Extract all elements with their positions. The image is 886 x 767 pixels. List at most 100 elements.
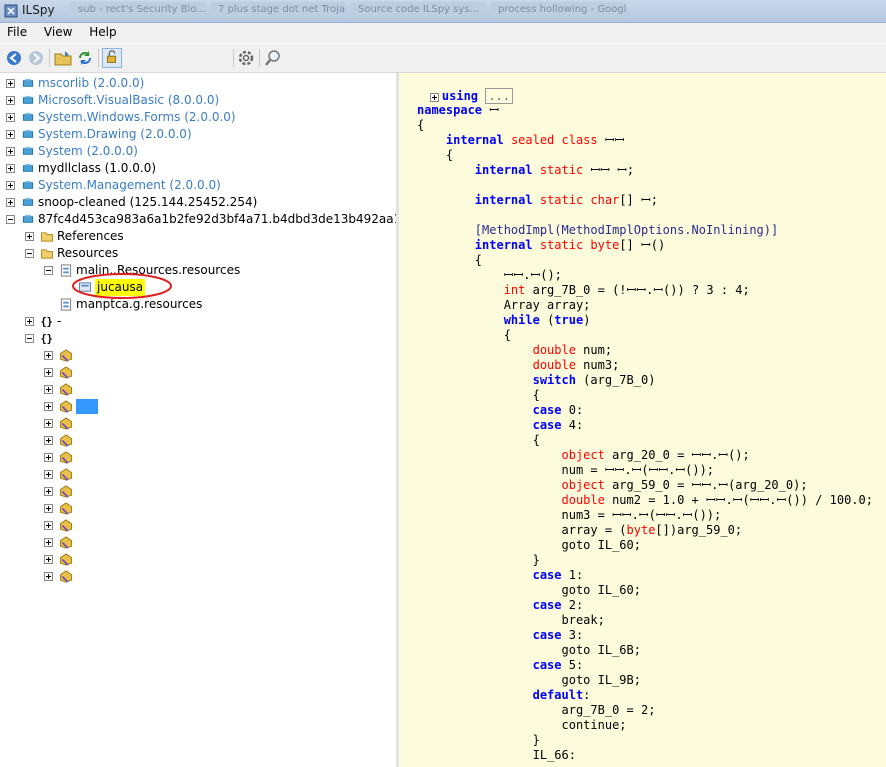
expand-icon[interactable] [44, 521, 53, 530]
tree-node[interactable] [0, 432, 396, 449]
tree-node[interactable] [0, 415, 396, 432]
tree-node[interactable]: System.Windows.Forms (2.0.0.0) [0, 109, 396, 126]
tree-node[interactable]: jucausa [0, 279, 396, 296]
expand-icon[interactable] [6, 181, 15, 190]
tree-node-label: malin..Resources.resources [76, 263, 241, 277]
expand-icon[interactable] [429, 93, 439, 102]
code-token: array = ( [417, 523, 627, 537]
tree-node[interactable]: Resources [0, 245, 396, 262]
assembly-icon [22, 214, 34, 223]
open-icon[interactable] [53, 48, 73, 68]
tree-node[interactable]: References [0, 228, 396, 245]
tree-node[interactable] [0, 347, 396, 364]
expand-icon[interactable] [44, 402, 53, 411]
expand-icon[interactable] [6, 79, 15, 88]
code-line: case 0: [417, 403, 584, 418]
tree-node[interactable] [0, 551, 396, 568]
expand-icon[interactable] [44, 572, 53, 581]
collapse-icon[interactable] [25, 249, 34, 258]
expand-icon[interactable] [44, 385, 53, 394]
expand-icon[interactable] [44, 538, 53, 547]
code-token: { [417, 433, 540, 447]
code-token: internal [474, 163, 540, 177]
expand-icon[interactable] [44, 419, 53, 428]
reload-icon[interactable] [75, 48, 95, 68]
tree-node[interactable] [0, 364, 396, 381]
code-token: IL_66: [417, 748, 576, 762]
code-token: static byte [539, 238, 620, 252]
expand-icon[interactable] [6, 147, 15, 156]
collapse-icon[interactable] [44, 266, 53, 275]
expand-icon[interactable] [6, 130, 15, 139]
tree-node[interactable] [0, 466, 396, 483]
show-internal-icon[interactable] [102, 48, 122, 68]
tree-node[interactable] [0, 517, 396, 534]
expand-icon[interactable] [44, 453, 53, 462]
tree-node[interactable] [0, 568, 396, 585]
code-line: [MethodImpl(MethodImplOptions.NoInlining… [417, 223, 778, 238]
expand-icon[interactable] [44, 555, 53, 564]
forward-icon[interactable] [26, 48, 46, 68]
menu-help[interactable]: Help [82, 23, 122, 39]
collapse-icon[interactable] [6, 215, 15, 224]
code-token: { [417, 388, 540, 402]
code-line: { [417, 388, 540, 403]
folder-icon [40, 249, 54, 259]
tree-node[interactable]: System.Management (2.0.0.0) [0, 177, 396, 194]
search-icon[interactable] [263, 48, 283, 68]
tree-node[interactable] [0, 381, 396, 398]
expand-icon[interactable] [25, 317, 34, 326]
tree-node[interactable] [0, 398, 396, 415]
code-line: } [417, 553, 540, 568]
expand-icon[interactable] [44, 504, 53, 513]
tree-node[interactable]: malin..Resources.resources [0, 262, 396, 279]
svg-text:{}: {} [41, 317, 53, 328]
using-collapsed[interactable]: using ... [401, 74, 513, 104]
tree-node[interactable] [0, 534, 396, 551]
namespace-icon: {} [41, 334, 53, 345]
tree-node[interactable]: System.Drawing (2.0.0.0) [0, 126, 396, 143]
tree-node[interactable]: snoop-cleaned (125.144.25452.254) [0, 194, 396, 211]
expand-icon[interactable] [25, 232, 34, 241]
tree-node[interactable]: Microsoft.VisualBasic (8.0.0.0) [0, 92, 396, 109]
tree-node[interactable]: manptca.g.resources [0, 296, 396, 313]
menu-file[interactable]: File [0, 23, 33, 39]
code-token: ) [583, 313, 591, 327]
code-line: { [417, 118, 424, 133]
tree-node[interactable] [0, 449, 396, 466]
expand-icon[interactable] [44, 470, 53, 479]
back-icon[interactable] [4, 48, 24, 68]
tree-node[interactable] [0, 500, 396, 517]
code-view[interactable]: using ... namespace ꟷ{ internal sealed c… [399, 73, 886, 767]
tree-node[interactable] [0, 483, 396, 500]
collapse-icon[interactable] [25, 334, 34, 343]
expand-icon[interactable] [44, 368, 53, 377]
tree-node[interactable]: mydllclass (1.0.0.0) [0, 160, 396, 177]
tree-node-label: System.Drawing (2.0.0.0) [38, 127, 192, 141]
expand-icon[interactable] [44, 487, 53, 496]
expand-icon[interactable] [6, 113, 15, 122]
expand-icon[interactable] [6, 164, 15, 173]
tree-node[interactable]: 87fc4d453ca983a6a1b2fe92d3bf4a71.b4dbd3d… [0, 211, 396, 228]
menu-view[interactable]: View [37, 23, 78, 39]
gear-icon[interactable] [236, 48, 256, 68]
expand-icon[interactable] [6, 198, 15, 207]
title-bar: ILSpy sub - rect's Security Blo... 7 plus… [0, 0, 886, 23]
class-icon [59, 349, 73, 362]
using-ellipsis[interactable]: ... [485, 88, 513, 104]
assembly-tree[interactable]: mscorlib (2.0.0.0) Microsoft.VisualBasic … [0, 73, 396, 767]
tree-node[interactable]: {} [0, 330, 396, 347]
expand-icon[interactable] [44, 436, 53, 445]
code-line: internal static byte[] ꟷ() [417, 238, 665, 253]
tree-node[interactable]: System (2.0.0.0) [0, 143, 396, 160]
expand-icon[interactable] [44, 351, 53, 360]
tree-node-label: 87fc4d453ca983a6a1b2fe92d3bf4a71.b4dbd3d… [38, 212, 396, 226]
tree-node[interactable]: mscorlib (2.0.0.0) [0, 75, 396, 92]
tree-node[interactable]: {} - [0, 313, 396, 330]
expand-icon[interactable] [6, 96, 15, 105]
